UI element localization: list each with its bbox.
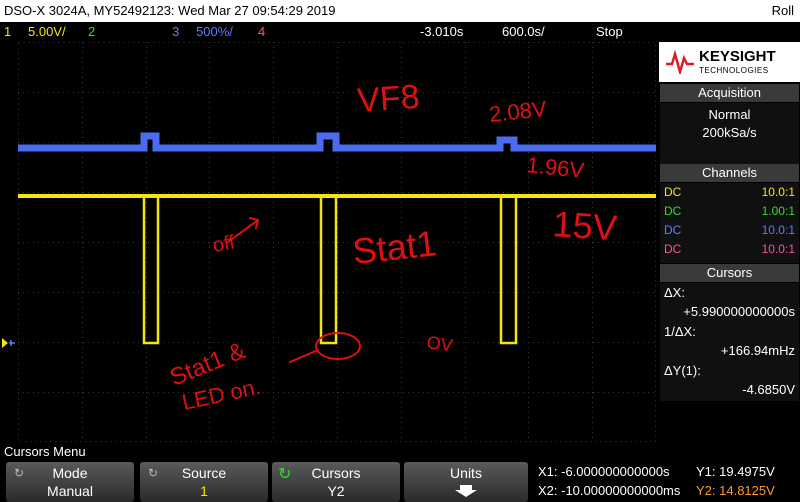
brand-logo: KEYSIGHT TECHNOLOGIES (659, 42, 800, 82)
delta-x-label: ΔX: (664, 285, 685, 300)
acquisition-mode: Normal (708, 107, 751, 122)
graticule-svg: VF8 2.08V 1.96V 15V off Stat1 OV Stat1 &… (18, 42, 656, 442)
cursor-readout: X1: -6.000000000000s X2: -10.00000000000… (534, 462, 800, 502)
run-state[interactable]: Stop (596, 24, 623, 39)
channel-probe-ratio: 10.0:1 (761, 242, 795, 256)
channel-row[interactable]: DC 10.0:1 (660, 221, 799, 240)
annotation-196v: 1.96V (525, 152, 585, 183)
ch1-scale[interactable]: 5.00V/ (28, 24, 66, 39)
title-bar: DSO-X 3024A, MY52492123: Wed Mar 27 09:5… (0, 0, 800, 22)
annotation-circle (315, 332, 361, 360)
time-scale[interactable]: 600.0s/ (502, 24, 545, 39)
menu-title-bar: Cursors Menu (0, 442, 800, 460)
channel-probe-ratio: 10.0:1 (761, 223, 795, 237)
x1-readout: X1: -6.000000000000s (538, 464, 670, 479)
brand-sub: TECHNOLOGIES (699, 66, 769, 75)
submenu-arrow-icon (404, 484, 528, 501)
source-softkey[interactable]: ↻ Source 1 (140, 462, 268, 502)
keysight-wave-icon (666, 50, 694, 74)
ch1-ground-marker[interactable] (0, 336, 16, 350)
time-delay[interactable]: -3.010s (420, 24, 463, 39)
acquisition-mode-label: Roll (771, 3, 794, 18)
annotation-stat1: Stat1 (351, 222, 439, 272)
annotation-vf8: VF8 (356, 78, 421, 120)
inverse-delta-x-label: 1/ΔX: (664, 324, 696, 339)
channel-coupling: DC (664, 204, 682, 218)
annotation-15v: 15V (551, 203, 618, 248)
ground-marker-icon (2, 338, 15, 348)
annotation-ov: OV (425, 332, 454, 355)
delta-y-value: -4.6850V (742, 382, 795, 397)
instrument-title: DSO-X 3024A, MY52492123: Wed Mar 27 09:5… (4, 3, 336, 18)
sample-rate: 200kSa/s (702, 125, 757, 140)
channel-row[interactable]: DC 10.0:1 (660, 183, 799, 202)
acquisition-section[interactable]: Normal 200kSa/s (660, 103, 799, 165)
units-softkey[interactable]: Units (404, 462, 528, 502)
cursors-softkey-label: Cursors (311, 465, 361, 481)
units-softkey-label: Units (450, 465, 482, 481)
channel-coupling: DC (664, 223, 682, 237)
channel-probe-ratio: 10.0:1 (761, 185, 795, 199)
cursors-header: Cursors (660, 264, 799, 282)
delta-y-label: ΔY(1): (664, 363, 701, 378)
channels-header: Channels (660, 164, 799, 182)
source-softkey-value: 1 (200, 483, 208, 499)
y1-readout: Y1: 19.4975V (696, 464, 775, 479)
annotation-off: off (211, 231, 237, 257)
cursors-section[interactable]: ΔX: +5.990000000000s 1/ΔX: +166.94mHz ΔY… (660, 283, 799, 401)
acquisition-header: Acquisition (660, 84, 799, 102)
y2-readout: Y2: 14.8125V (696, 483, 775, 498)
annotation-arrow (289, 349, 319, 363)
mode-softkey-value: Manual (47, 483, 93, 499)
ch4-label[interactable]: 4 (258, 24, 265, 39)
x2-readout: X2: -10.00000000000ms (538, 483, 681, 498)
waveform-display[interactable]: VF8 2.08V 1.96V 15V off Stat1 OV Stat1 &… (18, 42, 656, 442)
channels-section[interactable]: DC 10.0:1 DC 1.00:1 DC 10.0:1 DC 10.0:1 (660, 183, 799, 263)
channel-bar: 1 5.00V/ 2 3 500%/ 4 -3.010s 600.0s/ Sto… (0, 22, 658, 42)
channel-row[interactable]: DC 10.0:1 (660, 240, 799, 259)
ch1-label[interactable]: 1 (4, 24, 11, 39)
annotation-208v: 2.08V (488, 96, 548, 127)
channel-row[interactable]: DC 1.00:1 (660, 202, 799, 221)
mode-softkey[interactable]: ↻ Mode Manual (6, 462, 134, 502)
source-softkey-label: Source (181, 465, 227, 481)
ch2-label[interactable]: 2 (88, 24, 95, 39)
delta-x-value: +5.990000000000s (683, 304, 795, 319)
cursors-softkey[interactable]: ↻ Cursors Y2 (272, 462, 400, 502)
ch3-label[interactable]: 3 (172, 24, 179, 39)
inverse-delta-x-value: +166.94mHz (720, 343, 795, 358)
mode-softkey-label: Mode (52, 465, 88, 481)
right-panel: KEYSIGHT TECHNOLOGIES Acquisition Normal… (659, 42, 800, 442)
channel-coupling: DC (664, 242, 682, 256)
ch3-scale[interactable]: 500%/ (196, 24, 233, 39)
menu-title: Cursors Menu (4, 444, 86, 459)
channel-probe-ratio: 1.00:1 (761, 204, 795, 218)
channel-coupling: DC (664, 185, 682, 199)
cursors-softkey-value: Y2 (327, 483, 345, 499)
brand-name: KEYSIGHT (699, 48, 776, 65)
